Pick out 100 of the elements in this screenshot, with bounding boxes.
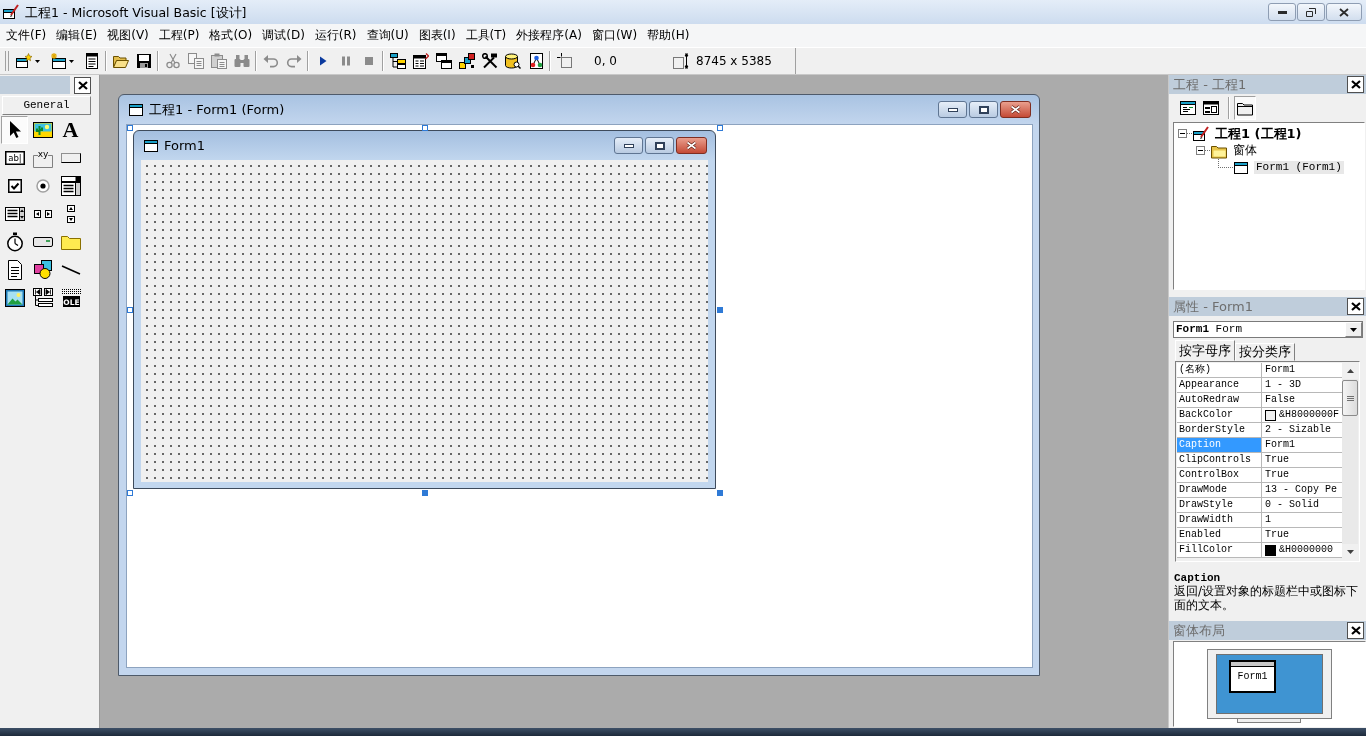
menu-item[interactable]: 工程(P) xyxy=(153,28,205,43)
property-name[interactable]: BorderStyle xyxy=(1177,423,1262,438)
tab[interactable]: 按分类序 xyxy=(1235,343,1295,361)
menu-item[interactable]: 编辑(E) xyxy=(51,28,103,43)
close-button[interactable] xyxy=(1347,76,1364,93)
object-dropdown[interactable]: Form1 Form xyxy=(1173,321,1363,338)
close-icon xyxy=(77,80,88,90)
description-text: 返回/设置对象的标题栏中或图标下面的文本。 xyxy=(1174,584,1360,612)
tree-item[interactable]: 窗体 xyxy=(1231,143,1259,158)
resize-handle[interactable] xyxy=(422,125,428,131)
property-value[interactable]: 1 xyxy=(1265,513,1271,527)
blocks-icon[interactable] xyxy=(458,53,475,69)
menu-item[interactable]: 图表(I) xyxy=(413,28,461,43)
combo-box-icon xyxy=(60,176,81,196)
hammer-wrench-icon[interactable] xyxy=(481,53,498,69)
close-button[interactable] xyxy=(1347,622,1364,639)
form-caption: Form1 xyxy=(164,137,206,154)
form-preview[interactable]: Form1 xyxy=(1229,660,1276,693)
minimize-button[interactable] xyxy=(1268,3,1296,21)
document-lines-icon[interactable] xyxy=(83,53,100,69)
property-name[interactable]: ClipControls xyxy=(1177,453,1262,468)
resize-handle[interactable] xyxy=(127,307,133,313)
tool-button[interactable]: A xyxy=(57,116,84,144)
toolbar-grip[interactable] xyxy=(5,51,9,71)
position-readout: 0, 0 xyxy=(594,53,618,69)
menu-item[interactable]: 查询(U) xyxy=(361,28,414,43)
caret-icon[interactable] xyxy=(34,59,40,63)
minimize-button[interactable] xyxy=(614,137,643,154)
property-name[interactable]: FillColor xyxy=(1177,543,1262,558)
caret-icon[interactable] xyxy=(68,59,74,63)
property-name[interactable]: DrawMode xyxy=(1177,483,1262,498)
property-name[interactable]: DrawStyle xyxy=(1177,498,1262,513)
tab[interactable]: 按字母序 xyxy=(1175,340,1235,361)
property-name[interactable]: Enabled xyxy=(1177,528,1262,543)
data-control-icon xyxy=(32,288,53,308)
grip-lines-icon xyxy=(1346,395,1354,401)
panel-title: 属性 - Form1 xyxy=(1173,298,1253,315)
form-pencil-icon xyxy=(1193,125,1209,142)
menu-item[interactable]: 文件(F) xyxy=(1,28,52,43)
minus-box-icon[interactable] xyxy=(1178,129,1187,138)
property-sheet-icon[interactable] xyxy=(412,53,429,69)
menu-item[interactable]: 外接程序(A) xyxy=(511,28,587,43)
resize-handle[interactable] xyxy=(717,125,723,131)
property-name[interactable]: ControlBox xyxy=(1177,468,1262,483)
tree-icon[interactable] xyxy=(389,53,406,69)
dropdown-button[interactable] xyxy=(1345,322,1362,337)
toolbox-title-bar xyxy=(0,76,70,94)
restore-button[interactable] xyxy=(1297,3,1325,21)
close-button[interactable] xyxy=(1326,3,1362,21)
tree-item[interactable]: 工程1 (工程1) xyxy=(1213,125,1304,142)
windows-icon[interactable] xyxy=(435,53,452,69)
stopwatch-icon xyxy=(4,232,25,252)
database-icon[interactable] xyxy=(504,53,521,69)
menu-item[interactable]: 工具(T) xyxy=(460,28,512,43)
close-icon xyxy=(1350,626,1361,635)
toolbox-tab[interactable]: General xyxy=(2,96,91,115)
close-button[interactable] xyxy=(1347,298,1364,315)
resize-handle[interactable] xyxy=(127,490,133,496)
size-readout: 8745 x 5385 xyxy=(696,53,772,69)
restore-icon xyxy=(978,105,989,114)
image-icon xyxy=(4,288,25,308)
resize-handle[interactable] xyxy=(127,125,133,131)
menu-item[interactable]: 帮助(H) xyxy=(642,28,695,43)
menu-item[interactable]: 运行(R) xyxy=(309,28,362,43)
resize-handle[interactable] xyxy=(422,490,428,496)
vertical-scrollbar[interactable] xyxy=(1342,363,1358,560)
property-name[interactable]: DrawWidth xyxy=(1177,513,1262,528)
resize-handle[interactable] xyxy=(717,490,723,496)
scroll-thumb[interactable] xyxy=(1342,380,1358,416)
menu-item[interactable]: 调试(D) xyxy=(257,28,310,43)
folder-open-icon[interactable] xyxy=(112,53,129,69)
menu-item[interactable]: 视图(V) xyxy=(102,28,154,43)
down-arrow-icon[interactable] xyxy=(1346,550,1354,554)
menu-item[interactable]: 格式(O) xyxy=(204,28,258,43)
caret-icon xyxy=(1350,327,1357,332)
window-star-icon[interactable] xyxy=(15,53,32,69)
resize-handle[interactable] xyxy=(717,307,723,313)
window-title: 工程1 - Microsoft Visual Basic [设计] xyxy=(25,4,247,20)
tree-item[interactable]: Form1 (Form1) xyxy=(1254,160,1344,175)
tool-button[interactable] xyxy=(1,116,28,144)
close-button[interactable] xyxy=(676,137,707,154)
up-arrow-icon[interactable] xyxy=(1346,369,1354,373)
property-name[interactable]: Appearance xyxy=(1177,378,1262,393)
restore-icon xyxy=(1306,7,1316,17)
nodes-icon[interactable] xyxy=(527,53,544,69)
close-button[interactable] xyxy=(1000,101,1031,118)
window-sparkle-icon[interactable] xyxy=(49,53,66,69)
restore-button[interactable] xyxy=(969,101,998,118)
form-pencil-icon xyxy=(3,4,19,20)
property-name[interactable]: (名称) xyxy=(1177,363,1262,378)
minimize-button[interactable] xyxy=(938,101,967,118)
panel-title: 工程 - 工程1 xyxy=(1173,76,1247,93)
minus-box-icon[interactable] xyxy=(1196,146,1205,155)
panel-title: 窗体布局 xyxy=(1173,622,1225,639)
toolbar-button[interactable] xyxy=(1234,96,1256,120)
restore-button[interactable] xyxy=(645,137,674,154)
property-name[interactable]: BackColor xyxy=(1177,408,1262,423)
close-button[interactable] xyxy=(74,76,91,94)
menu-item[interactable]: 窗口(W) xyxy=(586,28,643,43)
property-name[interactable]: AutoRedraw xyxy=(1177,393,1262,408)
